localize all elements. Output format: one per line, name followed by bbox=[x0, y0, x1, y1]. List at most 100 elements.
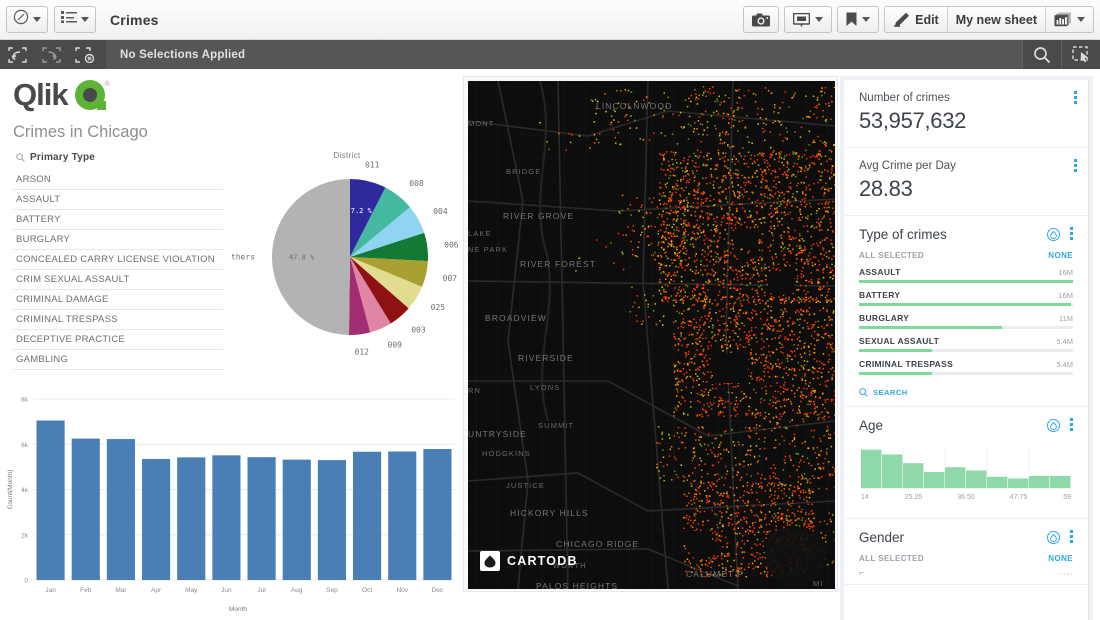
navigation-menu-button[interactable] bbox=[6, 6, 48, 33]
x-tick-label: May bbox=[185, 587, 198, 594]
drop-filter-icon[interactable] bbox=[1047, 419, 1060, 432]
chevron-down-icon bbox=[81, 17, 89, 22]
list-item[interactable]: CRIM SEXUAL ASSAULT bbox=[13, 270, 223, 290]
pie-slice-percent: 47.8 % bbox=[289, 254, 315, 262]
bar[interactable] bbox=[177, 457, 205, 580]
section-header: Type of crimes bbox=[859, 227, 1073, 242]
filter-value-row[interactable]: BATTERY16M bbox=[859, 290, 1073, 306]
bookmark-icon bbox=[846, 12, 857, 27]
drop-filter-icon[interactable] bbox=[1047, 228, 1060, 241]
selection-tool-button[interactable] bbox=[1061, 40, 1100, 69]
sheet-name-label: My new sheet bbox=[956, 13, 1037, 27]
bar[interactable] bbox=[283, 460, 311, 580]
monthly-bar-chart[interactable]: 02k4k6k8k JanFebMarAprMayJunJulAugSepOct… bbox=[0, 387, 462, 615]
sheet-name-button[interactable]: My new sheet bbox=[948, 7, 1045, 32]
bar[interactable] bbox=[72, 439, 100, 580]
bar[interactable] bbox=[142, 459, 170, 580]
story-button[interactable] bbox=[784, 6, 832, 33]
bookmark-button[interactable] bbox=[837, 6, 879, 33]
kebab-menu-icon[interactable] bbox=[1070, 418, 1073, 433]
bar-chart-y-axis-label: Count(Month) bbox=[7, 470, 14, 510]
kpi-number-of-crimes[interactable]: Number of crimes 53,957,632 bbox=[844, 80, 1088, 148]
kebab-menu-icon[interactable] bbox=[1074, 159, 1077, 174]
list-item[interactable]: ARSON bbox=[13, 170, 223, 190]
section-title: Type of crimes bbox=[859, 227, 1047, 242]
histogram-bar[interactable] bbox=[987, 477, 1007, 488]
bar[interactable] bbox=[318, 460, 346, 580]
list-item[interactable]: BATTERY bbox=[13, 210, 223, 230]
filter-value-row[interactable]: BURGLARY11M bbox=[859, 313, 1073, 329]
map-panel[interactable]: LINCOLNWOODMONTBRIDGERIVER GROVELAKENE P… bbox=[463, 76, 838, 592]
histogram-bar[interactable] bbox=[924, 472, 944, 488]
filter-value-fill bbox=[859, 303, 1071, 306]
histogram-bar[interactable] bbox=[882, 454, 902, 488]
histogram-bar[interactable] bbox=[861, 450, 881, 488]
clear-selection-link[interactable]: NONE bbox=[1048, 251, 1073, 260]
list-item[interactable]: BURGLARY bbox=[13, 230, 223, 250]
selection-back-button[interactable] bbox=[0, 40, 34, 69]
list-item[interactable]: CRIMINAL TRESPASS bbox=[13, 310, 223, 330]
selection-forward-button[interactable] bbox=[34, 40, 68, 69]
clear-selection-link[interactable]: NONE bbox=[1048, 554, 1073, 563]
gender-row-partial[interactable]: F31M bbox=[859, 570, 1073, 575]
left-panel: Qlik ® Crimes in Chicago Primary Type AR… bbox=[0, 69, 462, 620]
histogram-bar[interactable] bbox=[966, 470, 986, 488]
bar[interactable] bbox=[37, 420, 65, 580]
y-tick-label: 4k bbox=[21, 487, 29, 494]
list-item[interactable]: GAMBLING bbox=[13, 350, 223, 370]
histogram-bar[interactable] bbox=[1008, 478, 1028, 488]
kebab-menu-icon[interactable] bbox=[1070, 227, 1073, 242]
kebab-menu-icon[interactable] bbox=[1070, 530, 1073, 545]
age-histogram[interactable]: 1425.2536.5047.7559 bbox=[859, 446, 1073, 504]
bar-chart-svg[interactable]: 02k4k6k8k JanFebMarAprMayJunJulAugSepOct… bbox=[0, 387, 462, 615]
bar[interactable] bbox=[248, 457, 276, 580]
drop-filter-icon[interactable] bbox=[1047, 531, 1060, 544]
filter-value-row[interactable]: CRIMINAL TRESPASS5.4M bbox=[859, 359, 1073, 375]
snapshot-button[interactable] bbox=[743, 6, 779, 33]
kpi-avg-crime-per-day[interactable]: Avg Crime per Day 28.83 bbox=[844, 148, 1088, 216]
sheets-menu-button[interactable] bbox=[54, 6, 96, 33]
filter-value-row[interactable]: SEXUAL ASSAULT5.4M bbox=[859, 336, 1073, 352]
filter-value-row[interactable]: ASSAULT16M bbox=[859, 267, 1073, 283]
edit-button[interactable]: Edit bbox=[885, 7, 947, 32]
histogram-bar[interactable] bbox=[903, 463, 923, 488]
bar[interactable] bbox=[388, 451, 416, 580]
crime-density-map[interactable]: LINCOLNWOODMONTBRIDGERIVER GROVELAKENE P… bbox=[468, 81, 835, 589]
district-pie-chart[interactable]: District 0117.2 %00800400600702500300901… bbox=[232, 151, 462, 376]
camera-icon-wrap[interactable] bbox=[744, 7, 778, 32]
selection-back-icon bbox=[8, 47, 27, 63]
selection-clear-button[interactable] bbox=[68, 40, 102, 69]
charts-icon bbox=[1054, 12, 1072, 27]
filter-value-name: BATTERY bbox=[859, 290, 1058, 300]
map-canvas[interactable] bbox=[468, 81, 835, 589]
list-item[interactable]: ASSAULT bbox=[13, 190, 223, 210]
x-tick-label: Aug bbox=[291, 587, 303, 594]
list-item[interactable]: CONCEALED CARRY LICENSE VIOLATION bbox=[13, 250, 223, 270]
histogram-bar[interactable] bbox=[1029, 476, 1049, 488]
carto-attribution[interactable]: CARTODB bbox=[480, 551, 578, 571]
list-item[interactable]: DECEPTIVE PRACTICE bbox=[13, 330, 223, 350]
type-of-crimes-search[interactable]: SEARCH bbox=[859, 388, 1073, 397]
kebab-menu-icon[interactable] bbox=[1074, 91, 1077, 106]
bar[interactable] bbox=[423, 449, 451, 580]
filter-value-name: CRIMINAL TRESPASS bbox=[859, 359, 1056, 369]
filter-value-fill bbox=[859, 372, 932, 375]
filter-gender: Gender ALL SELECTED NONE F31M bbox=[844, 519, 1088, 585]
histogram-bar[interactable] bbox=[945, 467, 965, 488]
kpi-title: Avg Crime per Day bbox=[859, 160, 1073, 172]
listbox-header[interactable]: Primary Type bbox=[13, 148, 223, 170]
qlik-logo: Qlik ® bbox=[0, 69, 462, 113]
list-item[interactable]: CRIMINAL DAMAGE bbox=[13, 290, 223, 310]
bar[interactable] bbox=[212, 455, 240, 580]
bar[interactable] bbox=[107, 439, 135, 580]
sheet-picker-button[interactable] bbox=[1046, 7, 1093, 32]
histogram-bar[interactable] bbox=[1050, 476, 1070, 488]
qlik-wordmark: Qlik bbox=[13, 77, 68, 113]
search-icon bbox=[1033, 46, 1051, 64]
age-hist-bars[interactable] bbox=[861, 450, 1070, 488]
bar[interactable] bbox=[353, 452, 381, 580]
bookmark-icon-wrap[interactable] bbox=[838, 7, 878, 32]
x-tick-label: Jun bbox=[221, 587, 232, 594]
global-search-button[interactable] bbox=[1022, 40, 1061, 69]
presentation-icon-wrap[interactable] bbox=[785, 7, 831, 32]
